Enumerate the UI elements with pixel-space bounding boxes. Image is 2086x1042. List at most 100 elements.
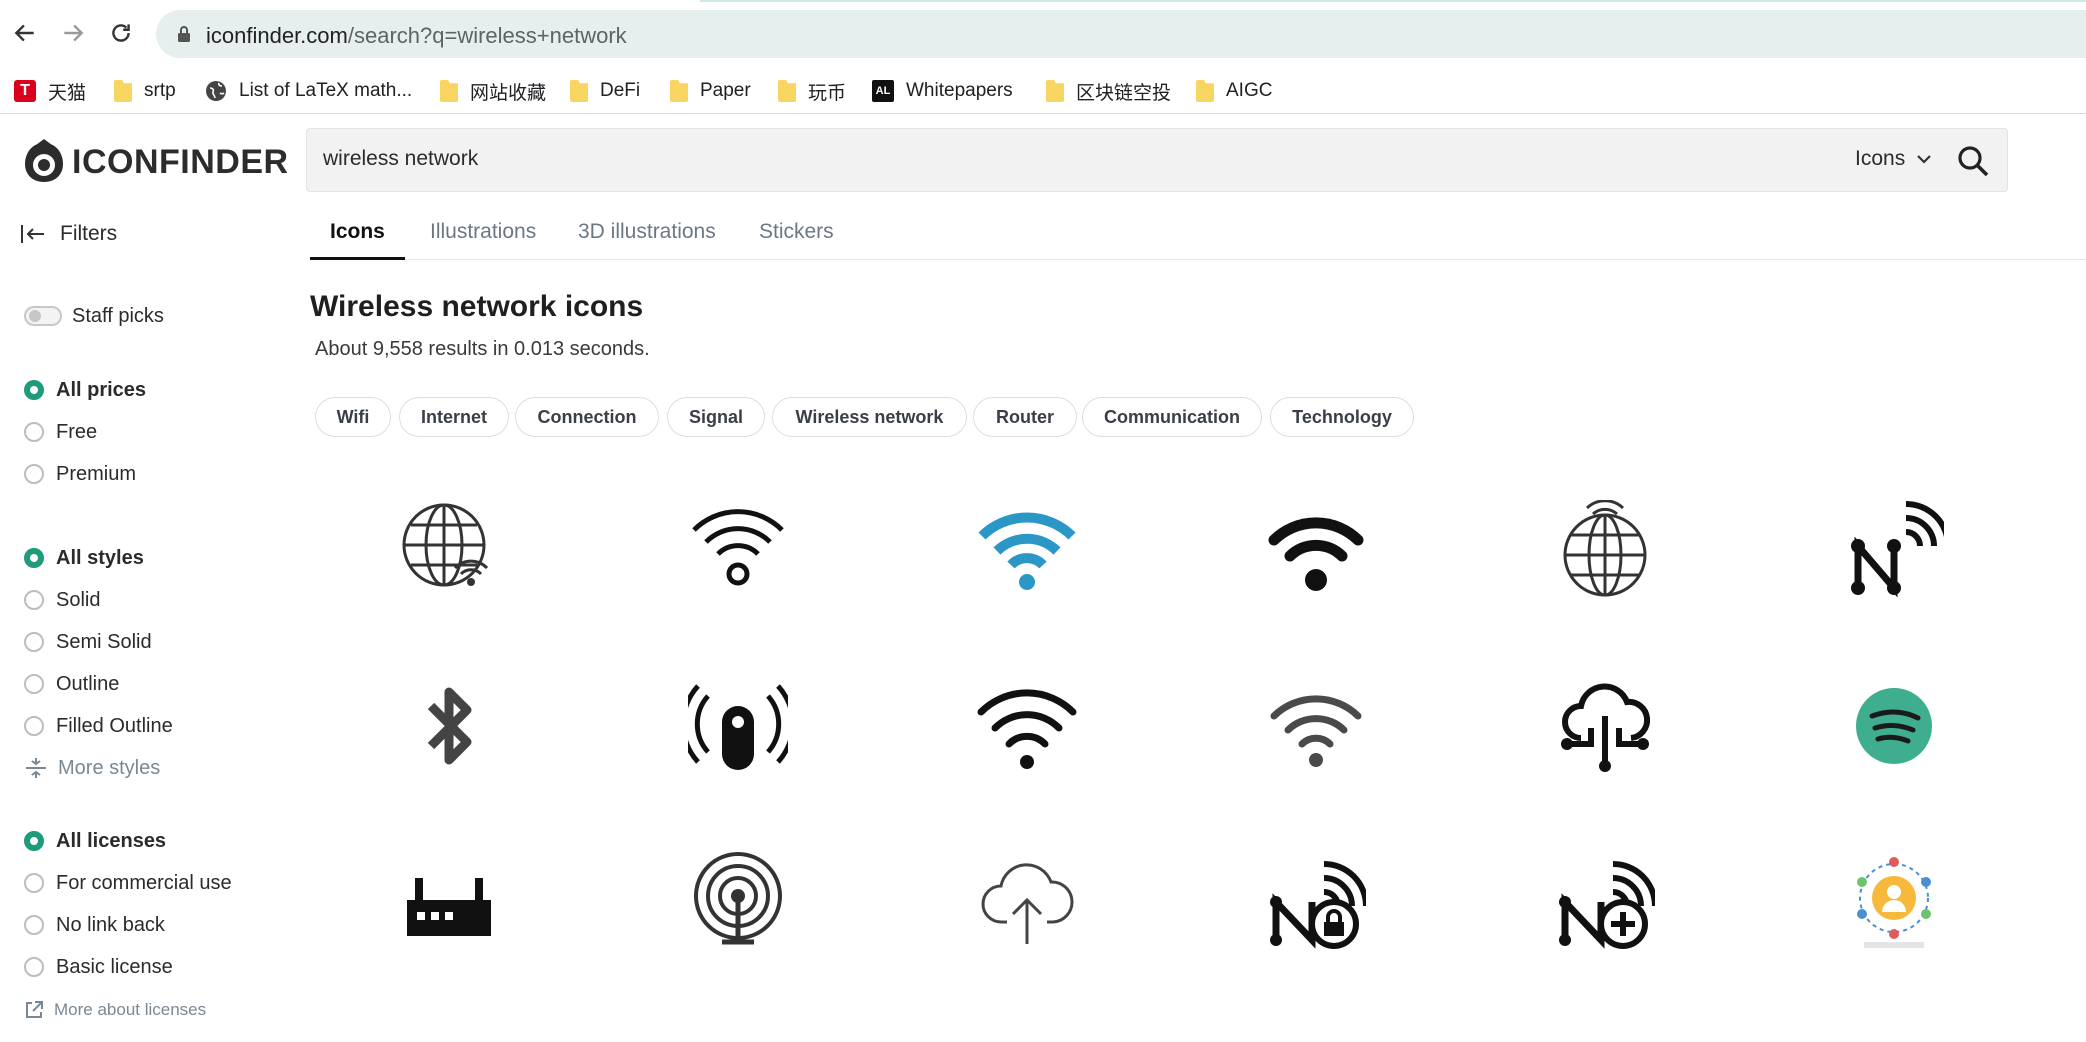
folder-icon bbox=[1046, 80, 1064, 102]
radio[interactable] bbox=[24, 674, 44, 694]
bookmark-item[interactable]: Paper bbox=[670, 76, 751, 106]
tag-chip[interactable]: Communication bbox=[1082, 397, 1262, 437]
tag-chip[interactable]: Router bbox=[973, 397, 1077, 437]
search-icon[interactable] bbox=[1955, 143, 1991, 179]
tag-chip[interactable]: Internet bbox=[399, 397, 509, 437]
icon-result[interactable] bbox=[1545, 666, 1665, 786]
cloud-upload-icon bbox=[981, 863, 1074, 944]
bookmark-item[interactable]: AIGC bbox=[1196, 76, 1272, 106]
bookmark-label: Whitepapers bbox=[906, 80, 1013, 101]
icon-result[interactable] bbox=[678, 666, 798, 786]
radio[interactable] bbox=[24, 464, 44, 484]
url-domain: iconfinder.com bbox=[206, 23, 348, 48]
bookmark-label: Paper bbox=[700, 80, 751, 101]
license-option-all[interactable]: All licenses bbox=[24, 827, 166, 855]
bookmark-item[interactable]: AL Whitepapers bbox=[872, 76, 1013, 106]
tab-stickers[interactable]: Stickers bbox=[759, 220, 834, 260]
style-option-all[interactable]: All styles bbox=[24, 544, 144, 572]
icon-result[interactable] bbox=[967, 842, 1087, 962]
forward-button[interactable] bbox=[56, 16, 90, 50]
bookmark-label: 网站收藏 bbox=[470, 82, 547, 104]
tag-chip[interactable]: Signal bbox=[667, 397, 765, 437]
tag-chip[interactable]: Technology bbox=[1270, 397, 1414, 437]
style-option-outline[interactable]: Outline bbox=[24, 670, 119, 698]
price-option-premium[interactable]: Premium bbox=[24, 460, 136, 488]
bluetooth-icon bbox=[427, 687, 472, 765]
icon-result[interactable] bbox=[967, 490, 1087, 610]
search-input[interactable]: wireless network bbox=[323, 147, 478, 171]
icon-result[interactable] bbox=[967, 666, 1087, 786]
radio[interactable] bbox=[24, 957, 44, 977]
icon-result[interactable] bbox=[1256, 666, 1376, 786]
price-option-all[interactable]: All prices bbox=[24, 376, 146, 404]
tag-chip[interactable]: Connection bbox=[515, 397, 659, 437]
cloud-network-icon bbox=[1561, 683, 1651, 772]
radio[interactable] bbox=[24, 590, 44, 610]
bookmark-item[interactable]: 区块链空投 bbox=[1046, 76, 1171, 106]
radio-selected[interactable] bbox=[24, 548, 44, 568]
bookmark-item[interactable]: T 天猫 bbox=[14, 76, 86, 106]
style-option-filled-outline[interactable]: Filled Outline bbox=[24, 712, 173, 740]
icon-result[interactable] bbox=[1256, 490, 1376, 610]
tab-icons[interactable]: Icons bbox=[310, 220, 405, 260]
asset-type-select[interactable]: Icons bbox=[1855, 147, 1931, 171]
tag-chip[interactable]: Wireless network bbox=[772, 397, 967, 437]
tag-chip[interactable]: Wifi bbox=[315, 397, 391, 437]
tab-3d-illustrations[interactable]: 3D illustrations bbox=[578, 220, 716, 260]
bookmark-item[interactable]: srtp bbox=[114, 76, 176, 106]
lock-icon bbox=[178, 26, 190, 42]
iconfinder-logo[interactable]: ICONFINDER bbox=[22, 138, 289, 186]
chevron-down-icon bbox=[1917, 155, 1931, 164]
license-option-basic[interactable]: Basic license bbox=[24, 953, 173, 981]
back-button[interactable] bbox=[8, 16, 42, 50]
tab-illustrations[interactable]: Illustrations bbox=[430, 220, 536, 260]
bookmark-label: srtp bbox=[144, 80, 176, 101]
radio-selected[interactable] bbox=[24, 380, 44, 400]
icon-result[interactable] bbox=[389, 490, 509, 610]
icon-result[interactable] bbox=[1545, 490, 1665, 610]
icon-result[interactable] bbox=[678, 842, 798, 962]
icon-result[interactable] bbox=[1834, 842, 1954, 962]
search-bar[interactable]: wireless network Icons bbox=[306, 128, 2008, 192]
loading-bar bbox=[700, 0, 2086, 2]
radio[interactable] bbox=[24, 716, 44, 736]
icon-result[interactable] bbox=[1545, 842, 1665, 962]
option-label: All licenses bbox=[56, 829, 167, 852]
radio[interactable] bbox=[24, 915, 44, 935]
staff-picks-toggle[interactable] bbox=[24, 306, 62, 326]
license-option-commercial[interactable]: For commercial use bbox=[24, 869, 232, 897]
bookmark-item[interactable]: DeFi bbox=[570, 76, 640, 106]
icon-result[interactable] bbox=[1256, 842, 1376, 962]
bookmark-item[interactable]: 网站收藏 bbox=[440, 76, 546, 106]
license-option-no-link-back[interactable]: No link back bbox=[24, 911, 165, 939]
style-option-solid[interactable]: Solid bbox=[24, 586, 100, 614]
icon-result[interactable] bbox=[389, 666, 509, 786]
reload-button[interactable] bbox=[104, 16, 138, 50]
radio[interactable] bbox=[24, 422, 44, 442]
icon-result[interactable] bbox=[1834, 666, 1954, 786]
eye-logo-icon bbox=[25, 139, 63, 182]
radio[interactable] bbox=[24, 632, 44, 652]
option-label: Basic license bbox=[56, 955, 173, 978]
radio[interactable] bbox=[24, 873, 44, 893]
more-styles-link[interactable]: More styles bbox=[24, 754, 160, 782]
asset-tabs: Icons Illustrations 3D illustrations Sti… bbox=[310, 206, 2086, 260]
price-option-free[interactable]: Free bbox=[24, 418, 97, 446]
router-icon bbox=[407, 878, 491, 936]
more-about-licenses-link[interactable]: More about licenses bbox=[24, 996, 206, 1024]
url-text[interactable]: iconfinder.com/search?q=wireless+network bbox=[206, 23, 627, 49]
style-option-semi-solid[interactable]: Semi Solid bbox=[24, 628, 152, 656]
address-bar[interactable]: iconfinder.com/search?q=wireless+network bbox=[156, 10, 2086, 58]
filters-label: Filters bbox=[60, 222, 118, 245]
antenna-broadcast-icon bbox=[694, 852, 782, 945]
back-arrow-icon bbox=[14, 24, 34, 42]
bookmark-item[interactable]: List of LaTeX math... bbox=[205, 76, 412, 106]
option-label: Filled Outline bbox=[56, 714, 173, 737]
icon-result[interactable] bbox=[1834, 490, 1954, 610]
filters-toggle[interactable]: Filters bbox=[20, 218, 117, 250]
icon-result[interactable] bbox=[389, 842, 509, 962]
url-path: /search?q=wireless+network bbox=[347, 23, 627, 48]
bookmark-item[interactable]: 玩币 bbox=[778, 76, 846, 106]
icon-result[interactable] bbox=[678, 490, 798, 610]
radio-selected[interactable] bbox=[24, 831, 44, 851]
